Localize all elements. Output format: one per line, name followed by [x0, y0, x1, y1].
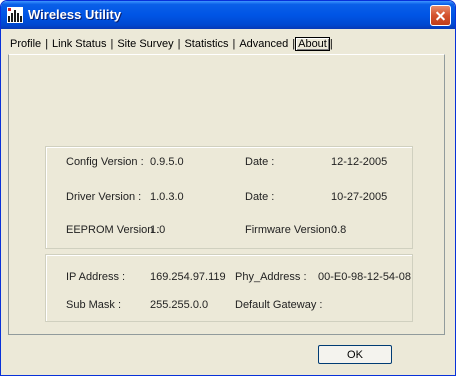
config-date-value: 12-12-2005 [331, 156, 388, 168]
eeprom-version-label: EEPROM Version : [66, 224, 160, 236]
config-version-label: Config Version : [66, 156, 144, 168]
close-button[interactable] [430, 5, 451, 26]
tab-link-status[interactable]: Link Status [48, 37, 110, 51]
sub-mask-value: 255.255.0.0 [150, 299, 209, 311]
phy-address-value: 00-E0-98-12-54-08 [318, 271, 411, 283]
tab-advanced[interactable]: Advanced [235, 37, 292, 51]
window-title: Wireless Utility [28, 7, 122, 22]
sub-mask-label: Sub Mask : [66, 299, 122, 311]
ip-address-value: 169.254.97.119 [150, 271, 226, 283]
config-date-label: Date : [245, 156, 275, 168]
tab-separator: | [329, 38, 333, 50]
title-bar[interactable]: Wireless Utility [1, 1, 455, 29]
ok-button[interactable]: OK [318, 345, 392, 364]
eeprom-version-value: 1.0 [150, 224, 166, 236]
driver-date-label: Date : [245, 191, 275, 203]
tab-site-survey[interactable]: Site Survey [113, 37, 177, 51]
tab-statistics[interactable]: Statistics [180, 37, 232, 51]
ip-address-label: IP Address : [66, 271, 126, 283]
firmware-version-value: 0.8 [331, 224, 347, 236]
network-info-group [45, 254, 413, 322]
wireless-utility-window: Wireless Utility Profile | Link Status | Sit… [0, 0, 456, 376]
tab-about[interactable]: About [295, 37, 330, 51]
wireless-app-icon [7, 7, 23, 23]
config-version-value: 0.9.5.0 [150, 156, 184, 168]
phy-address-label: Phy_Address : [235, 271, 307, 283]
driver-version-value: 1.0.3.0 [150, 191, 184, 203]
driver-date-value: 10-27-2005 [331, 191, 388, 203]
driver-version-label: Driver Version : [66, 191, 142, 203]
default-gateway-label: Default Gateway : [235, 299, 323, 311]
firmware-version-label: Firmware Version : [245, 224, 337, 236]
tab-strip: Profile | Link Status | Site Survey | Statisti… [6, 37, 333, 55]
tab-profile[interactable]: Profile [6, 37, 45, 51]
